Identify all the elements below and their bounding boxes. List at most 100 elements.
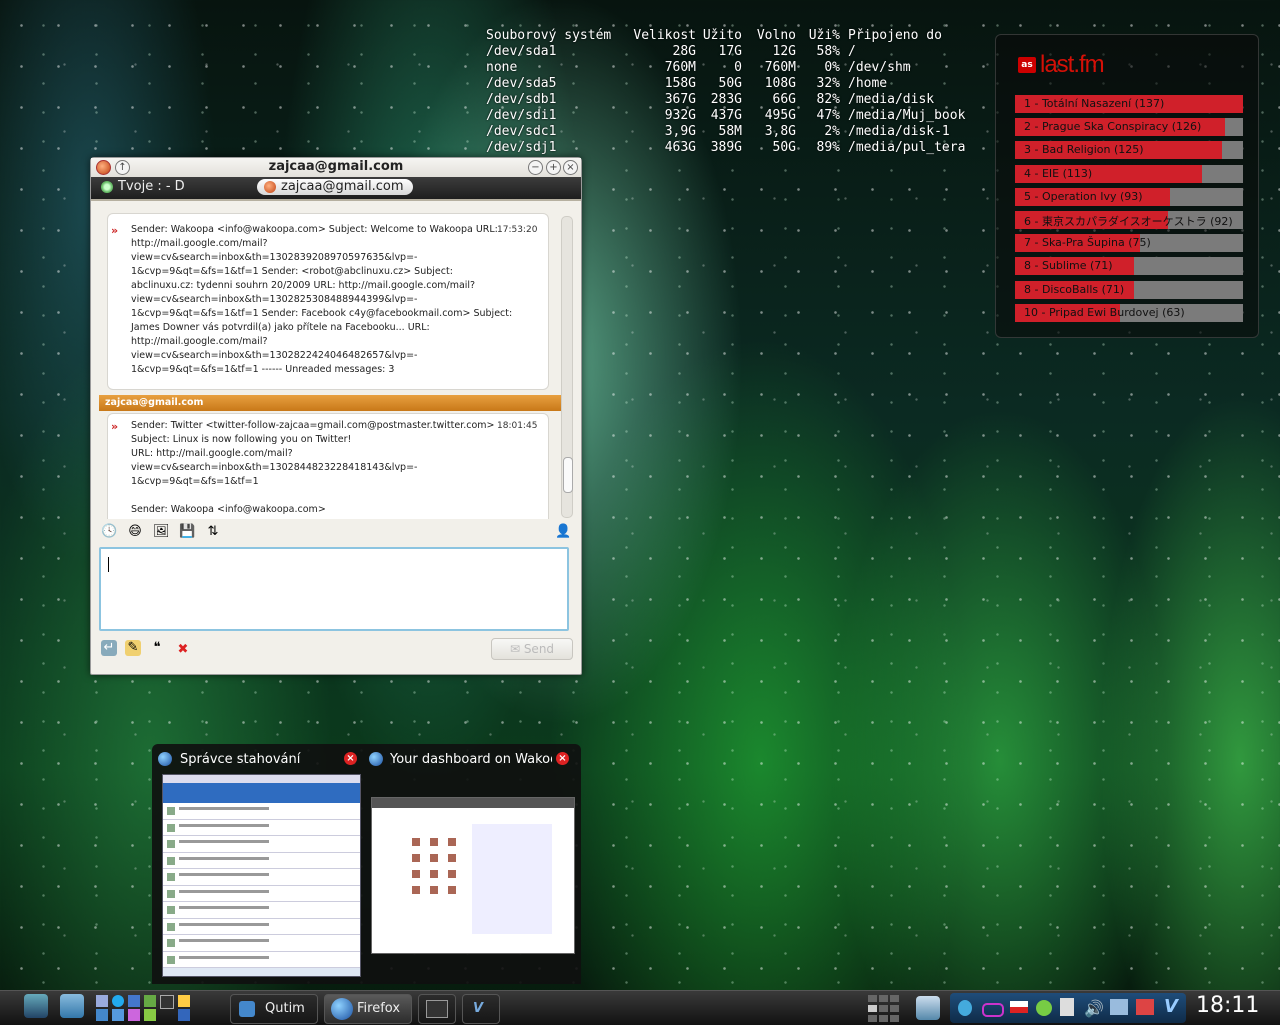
df-cell: 3,8G (764, 124, 796, 139)
df-cell: 17G (718, 44, 742, 59)
save-icon[interactable]: 💾 (179, 524, 195, 540)
contact-info-icon[interactable]: 👤 (555, 524, 571, 540)
maximize-icon[interactable]: + (546, 160, 561, 175)
quote-icon[interactable]: ❝ (149, 640, 165, 656)
downloads-preview-thumbnail[interactable] (162, 774, 361, 977)
ql-icon[interactable] (96, 995, 108, 1007)
df-cell: Souborový systém (486, 28, 612, 43)
tray-infinity-icon[interactable] (982, 1003, 1004, 1017)
history-icon[interactable]: 🕓 (101, 524, 117, 540)
df-cell: 12G (772, 44, 796, 59)
tray-status-icon[interactable] (1036, 1000, 1052, 1016)
df-cell: /dev/sdb1 (486, 92, 557, 107)
send-button[interactable]: ✉ Send (491, 638, 573, 660)
emoticon-icon[interactable]: 😄 (127, 524, 143, 540)
tray-volume-icon[interactable]: 🔊 (1084, 999, 1104, 1018)
df-cell: 437G (710, 108, 742, 123)
home-folder-icon[interactable] (60, 994, 84, 1018)
chat-log[interactable]: » 17:53:20 Sender: Wakoopa <info@wakoopa… (99, 213, 567, 519)
wakoopa-preview-thumbnail[interactable] (371, 797, 575, 954)
ql-icon[interactable] (178, 1009, 190, 1021)
lastfm-artist-bar[interactable]: 1 - Totální Nasazení (137) (1015, 95, 1243, 113)
download-icon[interactable] (96, 1009, 108, 1021)
image-icon[interactable]: 🖼 (153, 524, 170, 540)
ql-icon[interactable] (178, 995, 190, 1007)
send-on-enter-icon[interactable]: ↵ (101, 640, 117, 656)
df-cell: Užito (702, 28, 742, 43)
lastfm-artist-bar[interactable]: 8 - Sublime (71) (1015, 257, 1243, 276)
taskbar-qutim-label: Qutim (265, 1001, 305, 1016)
taskbar-qutim[interactable]: Qutim (230, 994, 318, 1024)
df-row: none 760M 0 760M 0% /dev/shm (486, 60, 965, 76)
lastfm-artist-bar[interactable]: 6 - 東京スカパラダイスオーケストラ (92) (1015, 210, 1243, 229)
scrollbar-thumb[interactable] (563, 457, 573, 493)
ql-icon[interactable] (144, 1009, 156, 1021)
tab-contact[interactable]: zajcaa@gmail.com (257, 179, 414, 195)
panel-clock[interactable]: 18:11 (1196, 993, 1259, 1018)
ql-icon[interactable] (112, 1009, 124, 1021)
df-row: /dev/sdb1 367G 283G 66G 82% /media/disk (486, 92, 965, 108)
taskbar-app[interactable]: V (462, 994, 500, 1024)
tray-network-icon[interactable] (1110, 999, 1128, 1015)
ql-icon[interactable] (128, 1009, 140, 1021)
close-icon[interactable]: × (563, 160, 578, 175)
lastfm-top-artists: 1 - Totální Nasazení (137) 2 - Prague Ska… (1015, 95, 1243, 327)
lastfm-badge: as (1018, 57, 1036, 73)
tray-v-icon[interactable]: V (1164, 996, 1178, 1017)
lastfm-artist-bar[interactable]: 4 - EIE (113) (1015, 164, 1243, 183)
terminal-icon[interactable] (160, 995, 174, 1009)
message-line (131, 489, 501, 503)
contact-status: Tvoje : - D (101, 179, 185, 194)
kde-menu-icon[interactable] (24, 994, 48, 1018)
preview-title-wakoopa[interactable]: Your dashboard on Wakoopa (390, 752, 552, 768)
df-cell: /media/disk-1 (848, 124, 950, 139)
df-cell: 50G (718, 76, 742, 91)
transfer-icon[interactable]: ⇅ (205, 524, 221, 540)
desktop-pager[interactable] (868, 993, 908, 1023)
df-cell: /dev/sdc1 (486, 124, 557, 139)
df-cell: 108G (764, 76, 796, 91)
close-wakoopa-icon[interactable]: × (556, 752, 569, 765)
df-row: /dev/sdj1 463G 389G 50G 89% /media/pul_tera (486, 140, 965, 156)
tray-clipboard-icon[interactable] (1060, 998, 1074, 1016)
df-cell: /dev/sdj1 (486, 140, 557, 155)
message-input[interactable] (99, 547, 569, 631)
lastfm-artist-bar[interactable]: 7 - Ska-Pra Šupina (75) (1015, 234, 1243, 253)
send-envelope-icon: ✉ (509, 642, 524, 656)
lastfm-logo[interactable]: as last.fm (1018, 51, 1105, 79)
status-text: Tvoje : - D (118, 179, 185, 194)
tray-keyboard-layout-icon[interactable] (1010, 1001, 1028, 1013)
message-line: view=cv&search=inbox&th=1302822424046482… (131, 350, 418, 361)
chat-scrollbar[interactable] (561, 216, 573, 518)
skype-icon[interactable] (112, 995, 124, 1007)
chat-titlebar[interactable]: ↑ zajcaa@gmail.com − + × (91, 158, 581, 178)
df-cell: 760M (764, 60, 796, 75)
clear-chat-icon[interactable]: ✖ (175, 642, 191, 658)
lastfm-artist-bar[interactable]: 2 - Prague Ska Conspiracy (126) (1015, 118, 1243, 137)
lastfm-artist-bar[interactable]: 5 - Operation Ivy (93) (1015, 187, 1243, 206)
lastfm-artist-label: 6 - 東京スカパラダイスオーケストラ (92) (1024, 214, 1233, 228)
df-cell: /dev/sda5 (486, 76, 557, 91)
df-row: /dev/sda5 158G 50G 108G 32% /home (486, 76, 965, 92)
message-line: http://mail.google.com/mail? (131, 336, 268, 347)
preview-title-downloads[interactable]: Správce stahování (180, 752, 330, 768)
message-line: 1&cvp=9&qt=&fs=1&tf=1 ------ Unreaded me… (131, 364, 395, 375)
typing-notify-icon[interactable]: ✎ (125, 640, 141, 656)
tray-pidgin-icon[interactable] (958, 1000, 972, 1016)
df-cell: 2% (824, 124, 840, 139)
minimize-icon[interactable]: − (528, 160, 543, 175)
show-desktop-icon[interactable] (916, 996, 940, 1020)
df-cell: 495G (764, 108, 796, 123)
lastfm-artist-label: 1 - Totální Nasazení (137) (1024, 97, 1165, 110)
taskbar-firefox[interactable]: Firefox (324, 994, 412, 1024)
lastfm-artist-bar[interactable]: 8 - DiscoBalls (71) (1015, 280, 1243, 299)
taskbar-terminal[interactable] (418, 994, 456, 1024)
ql-icon[interactable] (144, 995, 156, 1007)
message-line: Sender: Wakoopa <info@wakoopa.com> (131, 504, 326, 515)
ql-icon[interactable] (128, 995, 140, 1007)
tray-printer-icon[interactable] (1136, 999, 1154, 1015)
lastfm-artist-bar[interactable]: 10 - Pripad Ewi Burdovej (63) (1015, 303, 1243, 322)
lastfm-artist-bar[interactable]: 3 - Bad Religion (125) (1015, 141, 1243, 160)
lastfm-artist-label: 7 - Ska-Pra Šupina (75) (1024, 236, 1151, 250)
close-downloads-icon[interactable]: × (344, 752, 357, 765)
